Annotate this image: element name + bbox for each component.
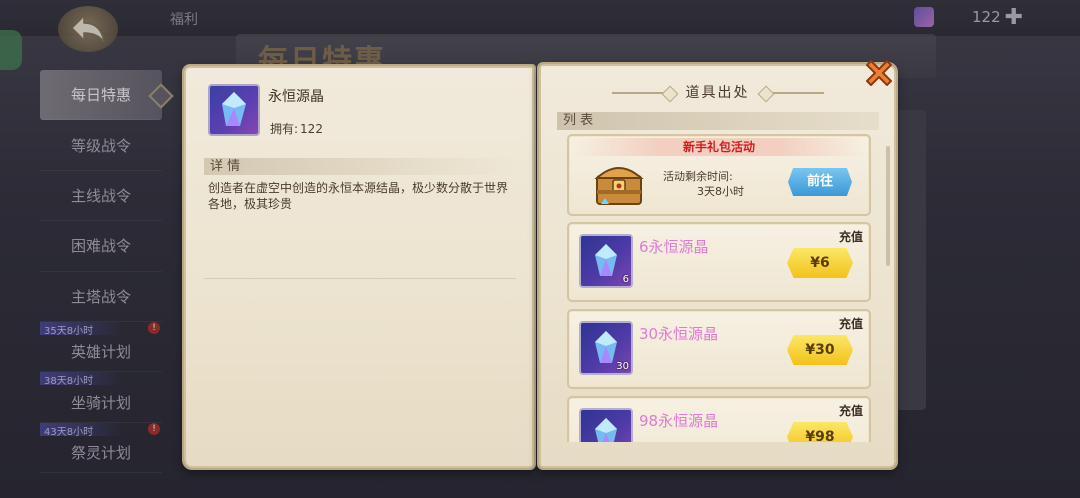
- plus-icon[interactable]: ✚: [1005, 5, 1023, 30]
- sidebar: 每日特惠等级战令主线战令困难战令主塔战令 35天8小时! 英雄计划 38天8小时坐骑计…: [40, 70, 162, 474]
- eternal-crystal-icon: [208, 84, 260, 136]
- item-description: 创造者在虚空中创造的永恒本源结晶，极少数分散于世界各地，极其珍贵: [208, 181, 509, 211]
- title-ornament-left: [611, 91, 672, 94]
- background-panel: [896, 110, 926, 410]
- offer-title: 30永恒源晶: [639, 325, 719, 343]
- sidebar-item-label: 每日特惠: [70, 86, 131, 105]
- sidebar-item-label: 坐骑计划: [70, 393, 131, 412]
- promo-time-label: 活动剩余时间:: [663, 170, 733, 183]
- source-list[interactable]: 新手礼包活动 活动剩余时间: 3天8小时 前往 6 6永恒源晶 充值 ¥6 30 30永恒…: [567, 134, 871, 442]
- sidebar-item-2[interactable]: 主线战令: [40, 171, 162, 222]
- sidebar-item-label: 困难战令: [70, 237, 131, 256]
- back-arrow-icon: [70, 14, 105, 43]
- eternal-crystal-icon: 6: [579, 234, 633, 288]
- offer-card: 6 6永恒源晶 充值 ¥6: [567, 222, 871, 302]
- back-button[interactable]: [58, 6, 118, 52]
- sidebar-item-timer: 38天8小时: [40, 372, 122, 387]
- sidebar-item-6[interactable]: 38天8小时坐骑计划: [40, 372, 162, 423]
- item-source-panel: 道具出处 列 表 新手礼包活动 活动剩余时间: 3天8小时 前往 6 6永恒源晶充…: [539, 64, 896, 468]
- offer-tag: 充值: [838, 317, 863, 331]
- notification-badge-icon: !: [148, 321, 160, 334]
- source-title: 道具出处: [685, 85, 750, 101]
- item-name: 永恒源晶: [268, 89, 324, 105]
- list-scrollbar[interactable]: [886, 146, 890, 266]
- list-section-title: 列 表: [557, 112, 879, 130]
- offer-quantity: 30: [616, 361, 629, 372]
- go-button[interactable]: 前往: [788, 168, 852, 196]
- offer-card: 30 30永恒源晶 充值 ¥30: [567, 309, 871, 389]
- offer-quantity: 6: [622, 274, 629, 285]
- sidebar-item-7[interactable]: 43天8小时! 祭灵计划: [40, 422, 162, 474]
- item-detail-panel: 永恒源晶 拥有: 122 详 情 创造者在虚空中创造的永恒本源结晶，极少数分散于世…: [184, 66, 534, 468]
- offer-title: 6永恒源晶: [639, 238, 709, 256]
- sidebar-item-label: 主塔战令: [70, 287, 131, 306]
- promo-headline: 新手礼包活动: [571, 138, 867, 156]
- sidebar-item-5[interactable]: 35天8小时! 英雄计划: [40, 321, 162, 373]
- sidebar-item-label: 英雄计划: [70, 343, 131, 362]
- sidebar-item-label: 祭灵计划: [70, 443, 131, 462]
- offer-title: 98永恒源晶: [639, 412, 719, 430]
- sidebar-item-label: 主线战令: [70, 186, 131, 205]
- item-header: 永恒源晶 拥有: 122: [208, 84, 324, 136]
- sidebar-item-0[interactable]: 每日特惠: [40, 70, 162, 121]
- detail-section-title: 详 情: [204, 158, 516, 175]
- gem-count: 122: [972, 8, 1001, 26]
- sidebar-item-1[interactable]: 等级战令: [40, 120, 162, 171]
- divider: [204, 278, 516, 279]
- offer-tag: 充值: [838, 230, 863, 244]
- promo-card: 新手礼包活动 活动剩余时间: 3天8小时 前往: [567, 134, 871, 216]
- sidebar-item-timer: 43天8小时: [40, 422, 122, 438]
- sidebar-item-3[interactable]: 困难战令: [40, 221, 162, 272]
- sidebar-item-label: 等级战令: [70, 136, 131, 155]
- price-button[interactable]: ¥98: [787, 422, 853, 442]
- gem-counter: 122 ✚: [914, 4, 1023, 30]
- price-button[interactable]: ¥6: [787, 248, 853, 278]
- sidebar-item-timer: 35天8小时: [40, 321, 122, 337]
- close-button[interactable]: [862, 56, 896, 90]
- eternal-crystal-icon: 98: [579, 408, 633, 442]
- eternal-crystal-icon: 30: [579, 321, 633, 375]
- sidebar-item-4[interactable]: 主塔战令: [40, 272, 162, 322]
- treasure-chest-icon: [591, 160, 647, 208]
- page-label: 福利: [170, 12, 198, 28]
- price-button[interactable]: ¥30: [787, 335, 853, 365]
- owned-value: 122: [300, 122, 323, 136]
- item-owned: 拥有: 122: [268, 120, 323, 137]
- gamepad-icon[interactable]: [0, 30, 22, 70]
- close-icon: [866, 60, 892, 86]
- notification-badge-icon: !: [148, 422, 160, 435]
- gem-icon: [914, 7, 934, 27]
- title-ornament-right: [763, 91, 824, 94]
- offer-tag: 充值: [838, 404, 863, 418]
- source-title-row: 道具出处: [541, 82, 894, 102]
- offer-card: 98 98永恒源晶 充值 ¥98: [567, 396, 871, 442]
- owned-label: 拥有:: [270, 122, 299, 136]
- promo-time-value: 3天8小时: [697, 185, 744, 198]
